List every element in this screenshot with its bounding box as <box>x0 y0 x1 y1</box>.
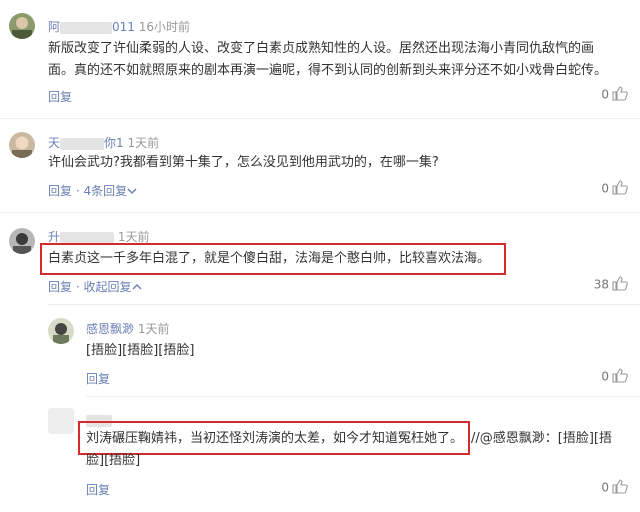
chevron-up-icon <box>132 280 142 294</box>
comment-time: 16小时前 <box>138 20 191 34</box>
blurred-name <box>60 231 115 244</box>
like-button[interactable]: 38 <box>594 276 628 294</box>
divider <box>48 304 640 305</box>
like-button[interactable]: 0 <box>601 86 628 104</box>
like-button[interactable]: 0 <box>601 479 628 497</box>
like-button[interactable]: 0 <box>601 180 628 198</box>
like-count: 0 <box>601 480 609 495</box>
reply-button[interactable]: 回复 <box>86 370 110 387</box>
comment-text: 新版改变了许仙柔弱的人设、改变了白素贞成熟知性的人设。居然还出现法海小青同仇敌忾… <box>48 41 608 78</box>
blurred-name <box>60 21 113 34</box>
view-replies-button[interactable]: 4条回复 <box>84 184 128 198</box>
like-count: 0 <box>601 87 609 102</box>
comment-time: 1天前 <box>127 136 160 150</box>
like-count: 0 <box>601 181 609 196</box>
reply-button[interactable]: 回复 <box>48 184 72 198</box>
like-button[interactable]: 0 <box>601 368 628 386</box>
avatar[interactable] <box>48 318 74 344</box>
comment-text: 许仙会武功?我都看到第十集了，怎么没见到他用武功的，在哪一集? <box>48 155 439 170</box>
blurred-name <box>60 137 105 150</box>
thumbs-up-icon <box>612 180 628 198</box>
thumbs-up-icon <box>612 276 628 294</box>
collapse-replies-button[interactable]: 收起回复 <box>84 280 132 294</box>
divider <box>86 396 640 397</box>
comment-actions: 回复 · 收起回复 <box>48 278 142 295</box>
divider <box>0 118 640 119</box>
thumbs-up-icon <box>612 86 628 104</box>
reply-text: 刘涛碾压鞠婧祎，当初还怪刘涛演的太差，如今才知道冤枉她了。//@感恩飘渺：[捂脸… <box>86 431 612 446</box>
reply-text-continued: 脸][捂脸] <box>86 453 141 468</box>
comment-text: 白素贞这一千多年白混了，就是个傻白甜，法海是个憨白帅，比较喜欢法海。 <box>48 251 491 266</box>
reply-button[interactable]: 回复 <box>86 481 110 498</box>
like-count: 38 <box>593 277 609 292</box>
reply-button[interactable]: 回复 <box>48 88 72 105</box>
avatar[interactable] <box>9 228 35 254</box>
reply-time: 1天前 <box>137 322 170 336</box>
comment-username[interactable]: 阿 011 16小时前 <box>48 18 190 35</box>
thumbs-up-icon <box>612 368 628 386</box>
reply-username[interactable]: 感恩飘渺 1天前 <box>86 320 169 337</box>
comment-actions: 回复 · 4条回复 <box>48 182 137 199</box>
thumbs-up-icon <box>612 479 628 497</box>
like-count: 0 <box>601 369 609 384</box>
comment-time: 1天前 <box>117 230 150 244</box>
reply-text: [捂脸][捂脸][捂脸] <box>86 343 195 358</box>
avatar[interactable] <box>9 13 35 39</box>
comment-username[interactable]: 天你1 1天前 <box>48 134 159 151</box>
avatar[interactable] <box>48 408 74 434</box>
chevron-down-icon <box>127 184 137 198</box>
avatar[interactable] <box>9 132 35 158</box>
reply-button[interactable]: 回复 <box>48 280 72 294</box>
divider <box>0 212 640 213</box>
